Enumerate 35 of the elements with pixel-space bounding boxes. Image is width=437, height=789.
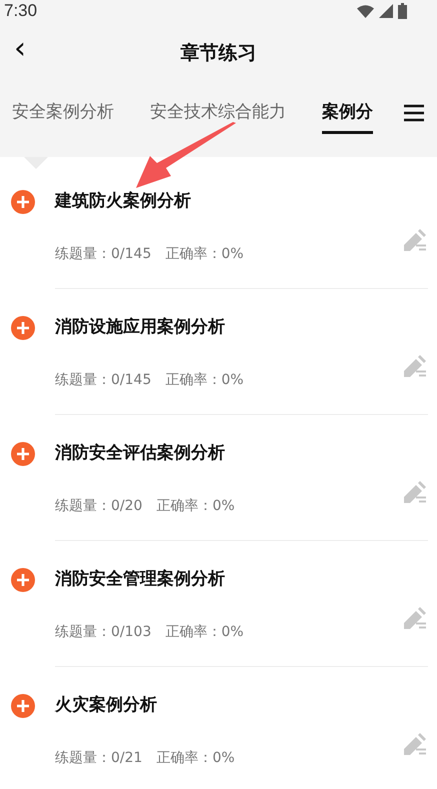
category-tab[interactable]: 安全技术综合能力 bbox=[150, 92, 286, 134]
accuracy-rate: 正确率：0% bbox=[165, 371, 244, 390]
signal-icon bbox=[379, 4, 393, 18]
question-count: 练题量：0/20 bbox=[55, 497, 142, 516]
menu-icon[interactable] bbox=[404, 104, 424, 122]
chapter-title[interactable]: 消防安全评估案例分析 bbox=[55, 442, 428, 464]
expand-icon[interactable] bbox=[11, 190, 35, 214]
pencil-icon[interactable] bbox=[404, 354, 426, 376]
chapter-title[interactable]: 建筑防火案例分析 bbox=[55, 190, 428, 212]
pencil-icon[interactable] bbox=[404, 228, 426, 250]
question-count: 练题量：0/103 bbox=[55, 623, 152, 642]
battery-icon bbox=[398, 3, 407, 19]
pencil-icon[interactable] bbox=[404, 480, 426, 502]
expand-icon[interactable] bbox=[11, 316, 35, 340]
category-tab[interactable]: 安全案例分析 bbox=[12, 92, 114, 134]
chapter-title[interactable]: 火灾案例分析 bbox=[55, 694, 428, 716]
pencil-icon[interactable] bbox=[404, 606, 426, 628]
expand-icon[interactable] bbox=[11, 694, 35, 718]
question-count: 练题量：0/145 bbox=[55, 371, 152, 390]
expand-icon[interactable] bbox=[11, 568, 35, 592]
chapter-title[interactable]: 消防安全管理案例分析 bbox=[55, 568, 428, 590]
status-time: 7:30 bbox=[4, 1, 38, 21]
accuracy-rate: 正确率：0% bbox=[156, 749, 235, 768]
accuracy-rate: 正确率：0% bbox=[156, 497, 235, 516]
category-tab[interactable]: 案例分 bbox=[322, 92, 373, 134]
accuracy-rate: 正确率：0% bbox=[165, 245, 244, 264]
question-count: 练题量：0/145 bbox=[55, 245, 152, 264]
question-count: 练题量：0/21 bbox=[55, 749, 142, 768]
accuracy-rate: 正确率：0% bbox=[165, 623, 244, 642]
back-button[interactable]: ‹ bbox=[14, 34, 26, 64]
chapter-title[interactable]: 消防设施应用案例分析 bbox=[55, 316, 428, 338]
expand-icon[interactable] bbox=[11, 442, 35, 466]
page-title: 章节练习 bbox=[180, 41, 256, 66]
pencil-icon[interactable] bbox=[404, 732, 426, 754]
wifi-icon bbox=[357, 4, 374, 18]
